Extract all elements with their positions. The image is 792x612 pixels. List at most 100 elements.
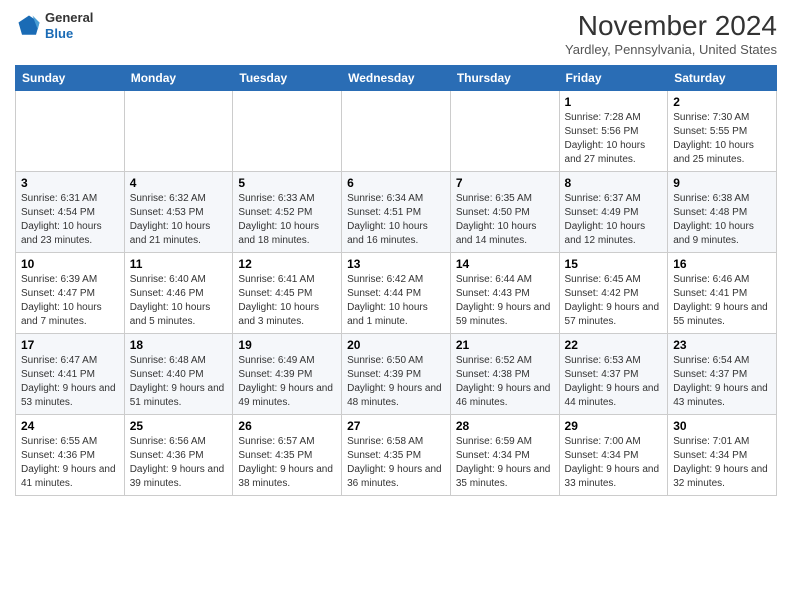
day-info: Sunrise: 6:33 AM Sunset: 4:52 PM Dayligh…: [238, 192, 336, 248]
calendar-week-1: 1 Sunrise: 7:28 AM Sunset: 5:56 PM Daylig…: [16, 91, 777, 172]
calendar-cell: [16, 91, 125, 172]
month-title: November 2024: [565, 10, 777, 42]
day-number: 30: [673, 419, 771, 433]
day-number: 14: [456, 257, 554, 271]
calendar-cell: 30 Sunrise: 7:01 AM Sunset: 4:34 PM Dayli…: [668, 415, 777, 496]
day-info: Sunrise: 7:28 AM Sunset: 5:56 PM Dayligh…: [565, 111, 663, 167]
day-info: Sunrise: 6:37 AM Sunset: 4:49 PM Dayligh…: [565, 192, 663, 248]
calendar-cell: 27 Sunrise: 6:58 AM Sunset: 4:35 PM Dayli…: [342, 415, 451, 496]
day-number: 26: [238, 419, 336, 433]
calendar-cell: 26 Sunrise: 6:57 AM Sunset: 4:35 PM Dayli…: [233, 415, 342, 496]
calendar-cell: [450, 91, 559, 172]
day-number: 25: [130, 419, 228, 433]
day-number: 10: [21, 257, 119, 271]
day-info: Sunrise: 6:39 AM Sunset: 4:47 PM Dayligh…: [21, 273, 119, 329]
day-number: 13: [347, 257, 445, 271]
calendar-cell: 9 Sunrise: 6:38 AM Sunset: 4:48 PM Daylig…: [668, 172, 777, 253]
day-number: 2: [673, 95, 771, 109]
col-header-thursday: Thursday: [450, 66, 559, 91]
day-info: Sunrise: 6:58 AM Sunset: 4:35 PM Dayligh…: [347, 435, 445, 491]
calendar-cell: 7 Sunrise: 6:35 AM Sunset: 4:50 PM Daylig…: [450, 172, 559, 253]
day-number: 8: [565, 176, 663, 190]
day-info: Sunrise: 6:52 AM Sunset: 4:38 PM Dayligh…: [456, 354, 554, 410]
day-info: Sunrise: 6:46 AM Sunset: 4:41 PM Dayligh…: [673, 273, 771, 329]
calendar-week-5: 24 Sunrise: 6:55 AM Sunset: 4:36 PM Dayli…: [16, 415, 777, 496]
day-number: 11: [130, 257, 228, 271]
day-info: Sunrise: 6:35 AM Sunset: 4:50 PM Dayligh…: [456, 192, 554, 248]
day-number: 7: [456, 176, 554, 190]
day-info: Sunrise: 6:42 AM Sunset: 4:44 PM Dayligh…: [347, 273, 445, 329]
location: Yardley, Pennsylvania, United States: [565, 42, 777, 57]
day-number: 22: [565, 338, 663, 352]
day-number: 24: [21, 419, 119, 433]
calendar-cell: 25Sunrise: 6:56 AM Sunset: 4:36 PM Dayli…: [124, 415, 233, 496]
calendar-week-3: 10 Sunrise: 6:39 AM Sunset: 4:47 PM Dayli…: [16, 253, 777, 334]
calendar-cell: 23Sunrise: 6:54 AM Sunset: 4:37 PM Dayli…: [668, 334, 777, 415]
calendar-week-4: 17Sunrise: 6:47 AM Sunset: 4:41 PM Dayli…: [16, 334, 777, 415]
day-info: Sunrise: 7:00 AM Sunset: 4:34 PM Dayligh…: [565, 435, 663, 491]
calendar-cell: 3Sunrise: 6:31 AM Sunset: 4:54 PM Daylig…: [16, 172, 125, 253]
day-number: 4: [130, 176, 228, 190]
calendar-cell: 10 Sunrise: 6:39 AM Sunset: 4:47 PM Dayli…: [16, 253, 125, 334]
calendar-cell: [233, 91, 342, 172]
col-header-friday: Friday: [559, 66, 668, 91]
day-info: Sunrise: 6:34 AM Sunset: 4:51 PM Dayligh…: [347, 192, 445, 248]
day-info: Sunrise: 6:48 AM Sunset: 4:40 PM Dayligh…: [130, 354, 228, 410]
day-number: 21: [456, 338, 554, 352]
col-header-sunday: Sunday: [16, 66, 125, 91]
day-number: 9: [673, 176, 771, 190]
day-info: Sunrise: 6:38 AM Sunset: 4:48 PM Dayligh…: [673, 192, 771, 248]
logo-icon: [15, 12, 43, 40]
day-number: 29: [565, 419, 663, 433]
calendar-cell: 24 Sunrise: 6:55 AM Sunset: 4:36 PM Dayli…: [16, 415, 125, 496]
col-header-saturday: Saturday: [668, 66, 777, 91]
day-number: 6: [347, 176, 445, 190]
day-number: 1: [565, 95, 663, 109]
calendar-cell: 19 Sunrise: 6:49 AM Sunset: 4:39 PM Dayli…: [233, 334, 342, 415]
day-info: Sunrise: 6:32 AM Sunset: 4:53 PM Dayligh…: [130, 192, 228, 248]
calendar-cell: 14 Sunrise: 6:44 AM Sunset: 4:43 PM Dayli…: [450, 253, 559, 334]
calendar-cell: 18 Sunrise: 6:48 AM Sunset: 4:40 PM Dayli…: [124, 334, 233, 415]
day-info: Sunrise: 6:59 AM Sunset: 4:34 PM Dayligh…: [456, 435, 554, 491]
day-number: 15: [565, 257, 663, 271]
day-info: Sunrise: 7:01 AM Sunset: 4:34 PM Dayligh…: [673, 435, 771, 491]
day-number: 18: [130, 338, 228, 352]
calendar-cell: 2 Sunrise: 7:30 AM Sunset: 5:55 PM Daylig…: [668, 91, 777, 172]
day-number: 28: [456, 419, 554, 433]
day-info: Sunrise: 6:50 AM Sunset: 4:39 PM Dayligh…: [347, 354, 445, 410]
calendar: SundayMondayTuesdayWednesdayThursdayFrid…: [15, 65, 777, 496]
calendar-cell: 15 Sunrise: 6:45 AM Sunset: 4:42 PM Dayli…: [559, 253, 668, 334]
day-number: 19: [238, 338, 336, 352]
calendar-cell: 28 Sunrise: 6:59 AM Sunset: 4:34 PM Dayli…: [450, 415, 559, 496]
calendar-cell: 16 Sunrise: 6:46 AM Sunset: 4:41 PM Dayli…: [668, 253, 777, 334]
day-info: Sunrise: 7:30 AM Sunset: 5:55 PM Dayligh…: [673, 111, 771, 167]
day-info: Sunrise: 6:47 AM Sunset: 4:41 PM Dayligh…: [21, 354, 119, 410]
day-number: 12: [238, 257, 336, 271]
day-info: Sunrise: 6:55 AM Sunset: 4:36 PM Dayligh…: [21, 435, 119, 491]
col-header-monday: Monday: [124, 66, 233, 91]
day-number: 5: [238, 176, 336, 190]
day-number: 3: [21, 176, 119, 190]
day-info: Sunrise: 6:40 AM Sunset: 4:46 PM Dayligh…: [130, 273, 228, 329]
day-info: Sunrise: 6:57 AM Sunset: 4:35 PM Dayligh…: [238, 435, 336, 491]
calendar-cell: 1 Sunrise: 7:28 AM Sunset: 5:56 PM Daylig…: [559, 91, 668, 172]
calendar-cell: 11 Sunrise: 6:40 AM Sunset: 4:46 PM Dayli…: [124, 253, 233, 334]
calendar-header-row: SundayMondayTuesdayWednesdayThursdayFrid…: [16, 66, 777, 91]
logo: General Blue: [15, 10, 93, 41]
day-info: Sunrise: 6:45 AM Sunset: 4:42 PM Dayligh…: [565, 273, 663, 329]
day-number: 16: [673, 257, 771, 271]
day-info: Sunrise: 6:53 AM Sunset: 4:37 PM Dayligh…: [565, 354, 663, 410]
day-info: Sunrise: 6:44 AM Sunset: 4:43 PM Dayligh…: [456, 273, 554, 329]
calendar-cell: 20Sunrise: 6:50 AM Sunset: 4:39 PM Dayli…: [342, 334, 451, 415]
calendar-week-2: 3Sunrise: 6:31 AM Sunset: 4:54 PM Daylig…: [16, 172, 777, 253]
calendar-cell: 22 Sunrise: 6:53 AM Sunset: 4:37 PM Dayli…: [559, 334, 668, 415]
calendar-cell: 13 Sunrise: 6:42 AM Sunset: 4:44 PM Dayli…: [342, 253, 451, 334]
calendar-cell: 12Sunrise: 6:41 AM Sunset: 4:45 PM Dayli…: [233, 253, 342, 334]
logo-text: General Blue: [45, 10, 93, 41]
day-number: 27: [347, 419, 445, 433]
header: General Blue November 2024 Yardley, Penn…: [15, 10, 777, 57]
calendar-cell: 17Sunrise: 6:47 AM Sunset: 4:41 PM Dayli…: [16, 334, 125, 415]
day-info: Sunrise: 6:54 AM Sunset: 4:37 PM Dayligh…: [673, 354, 771, 410]
day-info: Sunrise: 6:49 AM Sunset: 4:39 PM Dayligh…: [238, 354, 336, 410]
col-header-tuesday: Tuesday: [233, 66, 342, 91]
